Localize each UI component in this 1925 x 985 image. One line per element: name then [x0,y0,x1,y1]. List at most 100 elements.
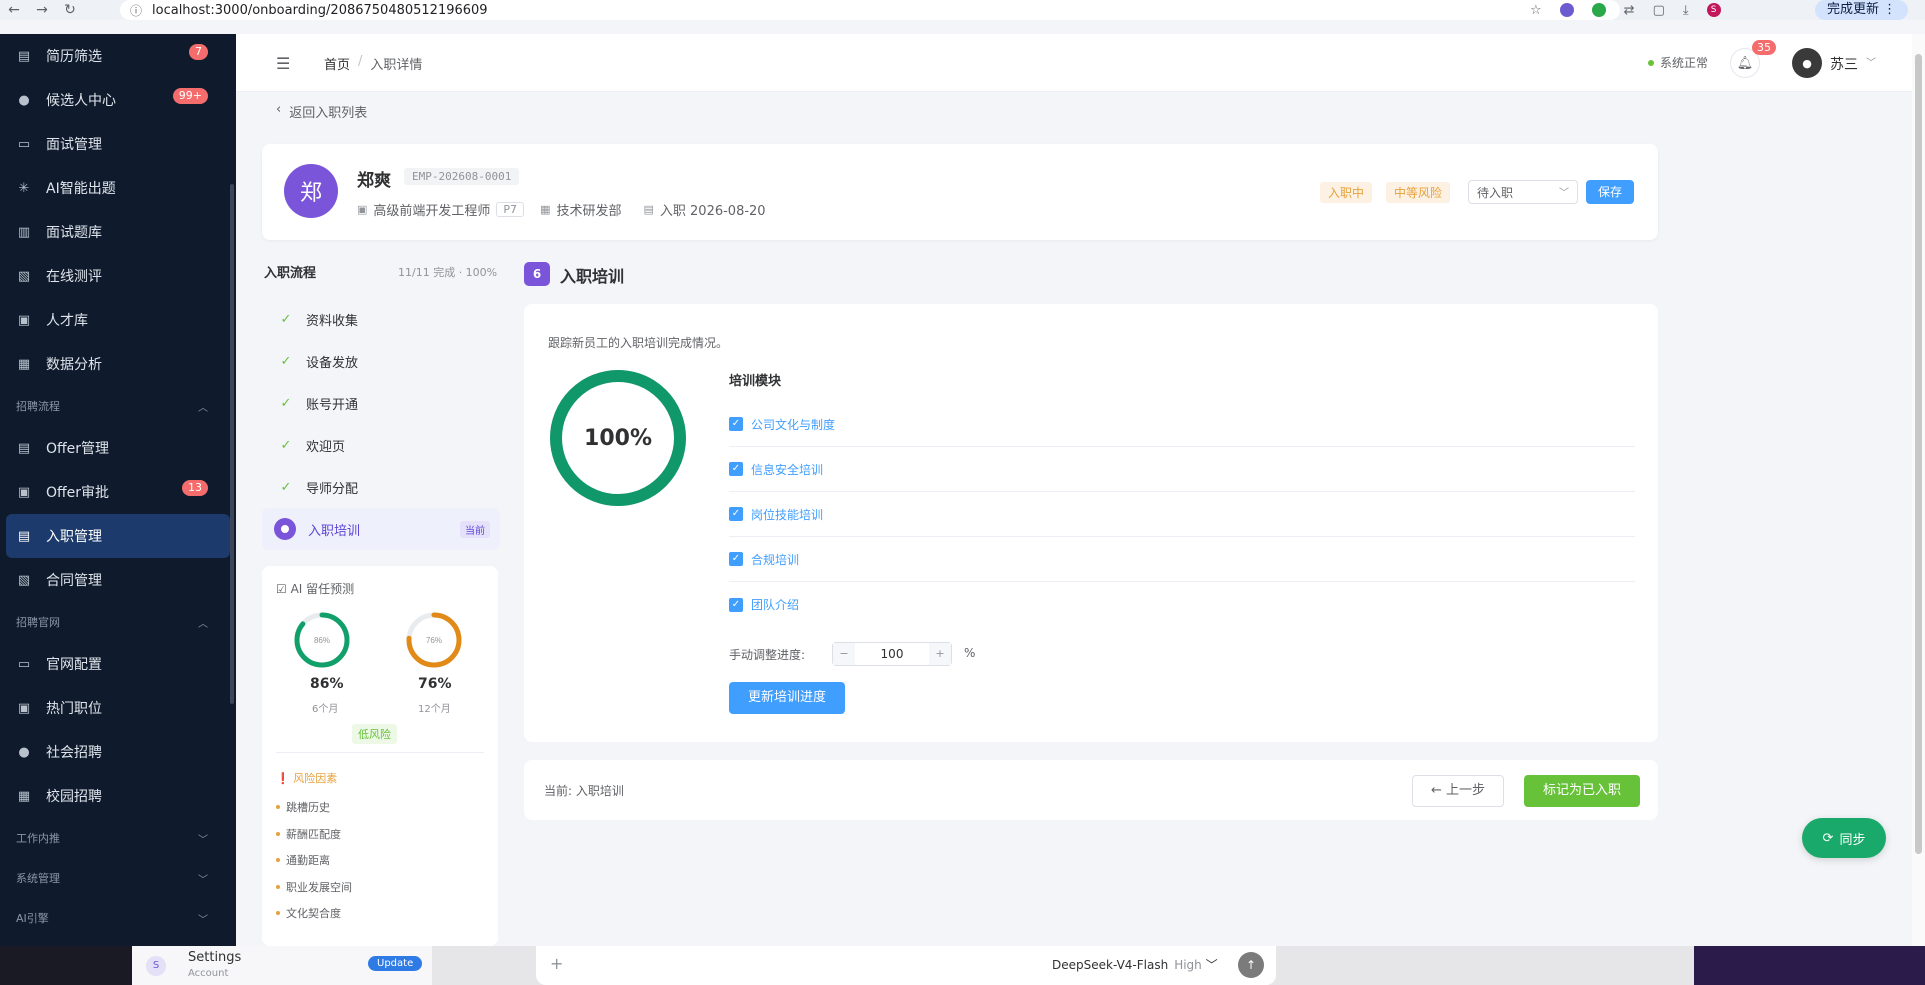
user-name[interactable]: 苏三 [1830,54,1858,74]
star-icon[interactable]: ☆ [1530,3,1542,18]
sync-button[interactable]: ⟳ 同步 [1802,818,1886,858]
adjust-label: 手动调整进度: [729,648,806,662]
flow-step-current[interactable]: 入职培训 当前 [262,508,500,550]
sidebar-item[interactable]: ▧ 合同管理 [0,558,236,602]
sidebar-item-label: 数据分析 [46,357,102,373]
approval-icon: ▣ [17,484,31,500]
checkbox-checked-icon[interactable]: ✓ [729,462,743,476]
flow-step[interactable]: ✓ 账号开通 [262,382,500,424]
training-module[interactable]: ✓ 团队介绍 [729,582,1635,627]
sidebar-item[interactable]: ▦ 数据分析 [0,342,236,386]
sidebar-item[interactable]: ▤ 简历筛选 7 [0,34,236,78]
send-arrow-icon[interactable]: ↑ [1238,952,1264,978]
check-icon: ✓ [280,479,292,495]
flow-step[interactable]: ✓ 资料收集 [262,298,500,340]
back-arrow-icon[interactable]: ← [0,0,28,20]
retention-12m-value: 76% [418,676,452,692]
reload-icon[interactable]: ↻ [56,0,84,20]
site-info-icon[interactable]: ⓘ [130,2,142,19]
checkbox-checked-icon[interactable]: ✓ [729,417,743,431]
group-referral[interactable]: 工作内推 ﹀ [0,818,236,858]
section-number: 6 [524,262,550,286]
employee-name: 郑爽 [357,171,391,191]
step-footer: 当前: 入职培训 ← 上一步 标记为已入职 [524,760,1658,820]
progress-input[interactable]: 100 [855,647,929,661]
scrollbar-thumb[interactable] [1915,54,1922,854]
mark-onboarded-button[interactable]: 标记为已入职 [1524,775,1640,807]
sidebar-item[interactable]: ● 社会招聘 [0,730,236,774]
update-button[interactable]: Update [368,956,423,971]
sidebar-item[interactable]: ▧ 在线测评 [0,254,236,298]
sidebar-item[interactable]: ▤ Offer管理 [0,426,236,470]
flow-step[interactable]: ✓ 导师分配 [262,466,500,508]
group-system[interactable]: 系统管理 ﹀ [0,858,236,898]
calendar-icon: ▤ [643,203,654,216]
checkbox-checked-icon[interactable]: ✓ [729,507,743,521]
increment-button[interactable]: + [929,643,951,665]
checkbox-checked-icon[interactable]: ✓ [729,597,743,612]
document-icon: ▤ [17,48,31,64]
flow-title: 入职流程 [264,266,317,281]
training-module[interactable]: ✓ 岗位技能培训 [729,492,1635,537]
sidebar-item-label: 校园招聘 [46,789,102,805]
group-career-site[interactable]: 招聘官网 ︿ [0,602,236,642]
plus-icon[interactable]: + [550,954,563,973]
download-icon[interactable]: ⤓ [1683,3,1689,18]
link-icon[interactable]: ⇄ [1624,3,1635,18]
group-recruit-flow[interactable]: 招聘流程 ︿ [0,386,236,426]
taskbar-left [0,946,132,985]
training-module[interactable]: ✓ 合规培训 [729,537,1635,582]
checkbox-checked-icon[interactable]: ✓ [729,552,743,566]
sidebar-item[interactable]: ▤ 入职管理 [6,514,230,558]
sidebar-item-label: Offer管理 [46,441,110,457]
save-button[interactable]: 保存 [1586,180,1634,204]
sidebar-item[interactable]: ▦ 校园招聘 [0,774,236,818]
extension-icon[interactable] [1559,3,1574,17]
chevron-down-icon: ﹀ [198,874,208,886]
sidebar-item[interactable]: ▣ 热门职位 [0,686,236,730]
sidebar-item[interactable]: ● 候选人中心 99+ [0,78,236,122]
profile-avatar[interactable]: S [1706,3,1721,17]
finish-update-button[interactable]: 完成更新 ⋮ [1815,0,1909,20]
back-link-label: 返回入职列表 [289,106,368,121]
chevron-down-icon[interactable]: ﹀ [1866,54,1876,69]
count-badge: 99+ [172,88,208,104]
refresh-icon: ⟳ [1822,830,1834,846]
notification-badge: 35 [1752,40,1776,55]
training-module[interactable]: ✓ 信息安全培训 [729,447,1635,492]
sidebar-scrollbar[interactable] [230,184,234,704]
settings-panel[interactable]: S Settings Account Update [132,946,432,985]
bottom-taskbar: S Settings Account Update + DeepSeek-V4-… [0,946,1925,985]
group-ai-engine[interactable]: AI引擎 ﹀ [0,898,236,938]
update-training-button[interactable]: 更新培训进度 [729,682,845,714]
training-module[interactable]: ✓ 公司文化与制度 [729,402,1635,447]
sidebar-item-label: 简历筛选 [46,49,102,65]
decrement-button[interactable]: − [833,643,855,665]
sidebar-item[interactable]: ▣ 人才库 [0,298,236,342]
retention-ring-12m: 76% [406,612,462,668]
status-select[interactable]: 待入职 ﹀ [1468,180,1578,204]
forward-arrow-icon[interactable]: → [28,0,56,20]
breadcrumb: 首页 / 入职详情 [324,54,422,73]
back-to-list-link[interactable]: ‹ 返回入职列表 [276,102,367,121]
extension-icon[interactable] [1591,3,1606,17]
previous-step-button[interactable]: ← 上一步 [1412,775,1504,807]
model-selector[interactable]: DeepSeek-V4-Flash High ﹀ [1052,956,1218,973]
flow-step-label: 设备发放 [306,355,359,371]
sidebar-item[interactable]: ▣ Offer审批 13 [0,470,236,514]
address-bar[interactable]: ⓘ localhost:3000/onboarding/208675048051… [120,0,1620,20]
sidebar-item[interactable]: ▥ 面试题库 [0,210,236,254]
training-module-label: 合规培训 [751,552,800,567]
sidebar-item[interactable]: ▭ 官网配置 [0,642,236,686]
page-scrollbar[interactable] [1912,34,1925,946]
training-module-label: 公司文化与制度 [751,417,836,432]
flow-step[interactable]: ✓ 设备发放 [262,340,500,382]
flow-step-label: 导师分配 [306,481,359,497]
breadcrumb-home[interactable]: 首页 [324,54,350,73]
sidebar-item[interactable]: ▭ 面试管理 [0,122,236,166]
user-avatar[interactable]: ● [1792,48,1822,78]
sidebar-item[interactable]: ✳ AI智能出题 [0,166,236,210]
menu-toggle-icon[interactable]: ☰ [276,54,290,73]
puzzle-icon[interactable]: ▢ [1653,3,1665,18]
flow-step[interactable]: ✓ 欢迎页 [262,424,500,466]
